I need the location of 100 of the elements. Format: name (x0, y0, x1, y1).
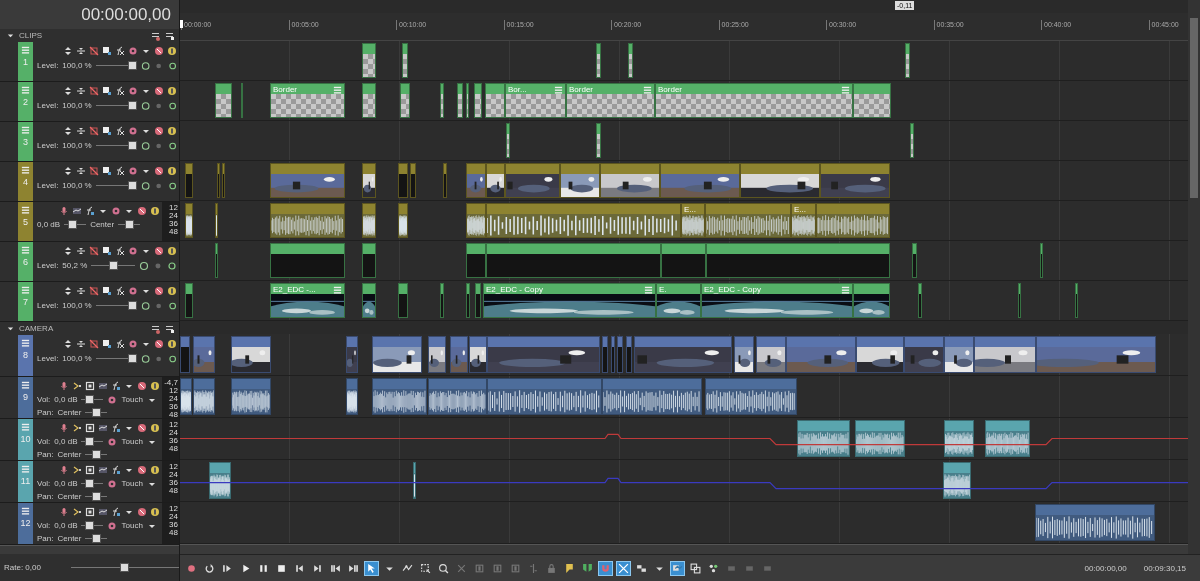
pan-label: Pan: (37, 534, 54, 543)
track-color-strip[interactable]: 3 (18, 122, 33, 161)
level-label: Level: (37, 61, 59, 70)
rate-label: Rate: 0,00 (4, 563, 41, 572)
meter-label: 36 (169, 521, 178, 529)
volume-label: Vol: (37, 437, 51, 446)
track-number: 11 (20, 476, 31, 486)
clip[interactable]: E2_EDC -... (270, 283, 345, 318)
track-number: 7 (23, 297, 28, 307)
track-number: 2 (23, 97, 28, 107)
clip[interactable]: E... (791, 203, 816, 238)
track-number: 6 (23, 257, 28, 267)
meter-label: 12 (169, 463, 178, 471)
track-color-strip[interactable]: 11 (18, 461, 33, 502)
clip-title: Border (273, 84, 298, 94)
track-color-strip[interactable]: 7 (18, 282, 33, 321)
level-value: 100,0 % (62, 354, 92, 363)
meter-label: 12 (169, 204, 178, 212)
clip[interactable]: Bor... (505, 83, 566, 118)
meter-label: 24 (169, 212, 178, 220)
pan-value: Center (57, 492, 82, 501)
cursor-time: 00:00:00,00 (1084, 563, 1127, 573)
track-color-strip[interactable]: 5 (18, 202, 33, 241)
level-value: 100,0 % (62, 181, 92, 190)
pan-value: Center (57, 408, 82, 417)
clip[interactable]: E2_EDC - Copy (701, 283, 853, 318)
clip-title: E... (684, 204, 697, 214)
meter-label: 36 (169, 403, 178, 411)
clip[interactable]: E. (656, 283, 701, 318)
clip[interactable]: Border (566, 83, 655, 118)
meter-label: 24 (169, 471, 178, 479)
track-color-strip[interactable]: 1 (18, 42, 33, 81)
track-color-strip[interactable]: 2 (18, 82, 33, 121)
volume-value: 0,0 dB (37, 220, 61, 229)
level-label: Level: (37, 261, 59, 270)
time-display: 00:00:00,00 (0, 0, 179, 29)
clip[interactable]: Border (270, 83, 345, 118)
track-color-strip[interactable]: 9 (18, 377, 33, 418)
meter-label: 12 (169, 387, 178, 395)
track-color-strip[interactable]: 6 (18, 242, 33, 281)
track-number: 4 (23, 177, 28, 187)
automation-mode[interactable]: Touch (121, 479, 143, 488)
volume-label: Vol: (37, 395, 51, 404)
track-color-strip[interactable]: 4 (18, 162, 33, 201)
automation-mode[interactable]: Touch (121, 521, 143, 530)
level-value: 100,0 % (62, 61, 92, 70)
meter-label: 24 (169, 513, 178, 521)
meter-label: 36 (169, 479, 178, 487)
volume-value: 0,0 dB (54, 479, 78, 488)
length-time: 00:09:30,15 (1143, 563, 1186, 573)
automation-mode[interactable]: Touch (121, 395, 143, 404)
track-number: 5 (23, 217, 28, 227)
level-label: Level: (37, 141, 59, 150)
clip-title: E2_EDC - Copy (704, 284, 762, 294)
meter-label: 24 (169, 395, 178, 403)
track-color-strip[interactable]: 8 (18, 335, 33, 376)
track-color-strip[interactable]: 10 (18, 419, 33, 460)
track-color-strip[interactable]: 12 (18, 503, 33, 544)
track-number: 3 (23, 137, 28, 147)
clip[interactable]: E... (681, 203, 705, 238)
volume-label: Vol: (37, 521, 51, 530)
volume-label: Vol: (37, 479, 51, 488)
meter-label: 12 (169, 421, 178, 429)
meter-label: 48 (169, 411, 178, 419)
volume-value: 0,0 dB (54, 437, 78, 446)
meter-label: 48 (169, 228, 178, 236)
level-value: 100,0 % (62, 301, 92, 310)
track-number: 9 (23, 392, 28, 402)
clip[interactable]: Border (655, 83, 853, 118)
meter-label: 48 (169, 445, 178, 453)
pan-value: Center (57, 534, 82, 543)
clip-title: E. (659, 284, 668, 294)
meter-label: 48 (169, 529, 178, 537)
clip-title: E2_EDC -... (273, 284, 317, 294)
level-label: Level: (37, 181, 59, 190)
pan-value: Center (57, 450, 82, 459)
volume-value: 0,0 dB (54, 395, 78, 404)
pan-value: Center (90, 220, 115, 229)
meter-label: 36 (169, 220, 178, 228)
clip[interactable]: E2_EDC - Copy (483, 283, 656, 318)
track-number: 1 (23, 57, 28, 67)
peak-value: -4,7 (164, 379, 178, 387)
pan-label: Pan: (37, 492, 54, 501)
clip-title: Border (569, 84, 594, 94)
pan-label: Pan: (37, 408, 54, 417)
meter-label: 36 (169, 437, 178, 445)
automation-mode[interactable]: Touch (121, 437, 143, 446)
level-label: Level: (37, 101, 59, 110)
group-name: CLIPS (19, 31, 44, 40)
level-label: Level: (37, 301, 59, 310)
volume-value: 0,0 dB (54, 521, 78, 530)
meter-label: 24 (169, 429, 178, 437)
level-value: 100,0 % (62, 101, 92, 110)
track-number: 8 (23, 350, 28, 360)
track-number: 10 (20, 434, 31, 444)
clip-title: E... (794, 204, 807, 214)
meter-label: 48 (169, 487, 178, 495)
pan-label: Pan: (37, 450, 54, 459)
level-value: 100,0 % (62, 141, 92, 150)
clip-title: E2_EDC - Copy (486, 284, 544, 294)
